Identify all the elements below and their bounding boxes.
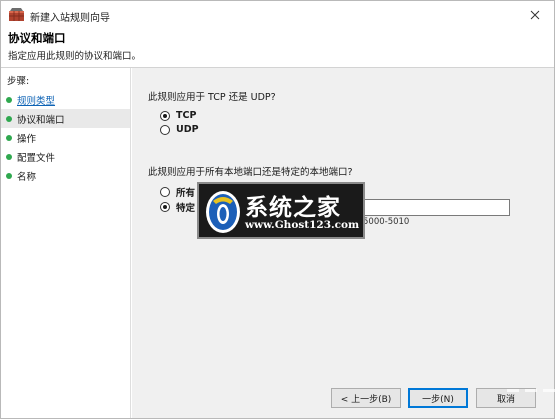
radio-label: 特定 xyxy=(176,203,196,214)
watermark-overlay xyxy=(393,383,555,397)
radio-tcp[interactable]: TCP xyxy=(160,110,196,121)
radio-label: TCP xyxy=(176,110,197,121)
close-button[interactable] xyxy=(516,1,554,29)
step-status-icon xyxy=(6,96,12,103)
radio-specific-ports[interactable]: 特定 xyxy=(160,200,195,214)
back-button[interactable]: < 上一步(B) xyxy=(331,388,401,408)
ports-question: 此规则应用于所有本地端口还是特定的本地端口? xyxy=(148,167,353,178)
sidebar-item-rule-type[interactable]: 规则类型 xyxy=(1,90,130,109)
page-header: 协议和端口 指定应用此规则的协议和端口。 xyxy=(1,29,554,65)
steps-sidebar: 步骤: 规则类型 协议和端口 操作 配置文件 名称 xyxy=(1,68,131,418)
page-title: 协议和端口 xyxy=(8,31,66,45)
page-subtitle: 指定应用此规则的协议和端口。 xyxy=(8,51,142,62)
watermark-dash xyxy=(507,388,519,392)
sidebar-item-label: 协议和端口 xyxy=(17,114,65,126)
sidebar-item-label: 操作 xyxy=(17,133,37,145)
sidebar-item-action[interactable]: 操作 xyxy=(1,128,130,147)
watermark-url: www.Ghost123.com xyxy=(245,219,360,231)
wizard-window: 新建入站规则向导 协议和端口 指定应用此规则的协议和端口。 步骤: 规则类型 协… xyxy=(0,0,555,419)
radio-selected-icon xyxy=(160,110,170,121)
watermark-dash xyxy=(525,388,537,392)
sidebar-item-label: 配置文件 xyxy=(17,152,56,164)
title-bar: 新建入站规则向导 xyxy=(1,1,554,29)
step-status-icon xyxy=(6,115,12,122)
protocol-question: 此规则应用于 TCP 还是 UDP? xyxy=(148,92,276,103)
ghost-logo-icon xyxy=(206,191,240,233)
window-title: 新建入站规则向导 xyxy=(30,13,110,24)
radio-label: UDP xyxy=(176,124,199,135)
step-status-icon xyxy=(6,153,12,160)
watermark-dash xyxy=(543,388,555,392)
radio-label: 所有 xyxy=(176,188,196,199)
radio-selected-icon xyxy=(160,202,170,212)
specific-ports-input[interactable] xyxy=(360,199,510,216)
main-content: 此规则应用于 TCP 还是 UDP? TCP UDP 此规则应用于所有本地端口还… xyxy=(132,68,554,418)
watermark-name: 系统之家 xyxy=(245,194,341,221)
firewall-shield-icon xyxy=(9,8,24,21)
close-icon xyxy=(530,10,540,20)
radio-udp[interactable]: UDP xyxy=(160,124,199,135)
steps-title: 步骤: xyxy=(7,76,30,87)
step-status-icon xyxy=(6,172,12,179)
sidebar-item-profile[interactable]: 配置文件 xyxy=(1,147,130,166)
sidebar-item-name[interactable]: 名称 xyxy=(1,166,130,185)
sidebar-item-label: 名称 xyxy=(17,171,37,183)
radio-unselected-icon xyxy=(160,124,170,135)
step-status-icon xyxy=(6,134,12,141)
sidebar-item-label: 规则类型 xyxy=(17,95,56,107)
sidebar-item-protocol-ports[interactable]: 协议和端口 xyxy=(1,109,130,128)
watermark-logo: 系统之家 www.Ghost123.com xyxy=(197,182,365,239)
radio-all-ports[interactable]: 所有 xyxy=(160,185,195,199)
radio-unselected-icon xyxy=(160,187,170,197)
ports-example: 5000-5010 xyxy=(363,217,410,227)
